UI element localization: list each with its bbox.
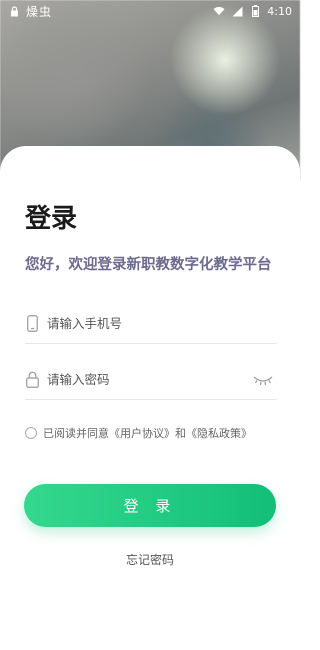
password-field xyxy=(25,359,277,400)
login-card: 登录 您好，欢迎登录新职教数字化教学平台 已阅读并同意 《用户协议》 和 《隐私… xyxy=(0,146,300,650)
welcome-subtitle: 您好，欢迎登录新职教数字化教学平台 xyxy=(25,257,272,273)
page-title: 登录 xyxy=(25,204,78,234)
agreement-and: 和 xyxy=(175,427,186,440)
status-app-name: 燥虫 xyxy=(26,4,53,19)
status-bar: 燥虫 4:10 xyxy=(0,0,300,22)
status-time: 4:10 xyxy=(267,4,292,18)
user-agreement-link[interactable]: 《用户协议》 xyxy=(109,425,175,441)
wifi-icon xyxy=(213,5,225,17)
privacy-policy-link[interactable]: 《隐私政策》 xyxy=(186,425,252,441)
status-left: 燥虫 xyxy=(8,3,52,20)
lock-icon xyxy=(25,370,39,388)
forgot-password-link[interactable]: 忘记密码 xyxy=(0,551,300,568)
agreement-row: 已阅读并同意 《用户协议》 和 《隐私政策》 xyxy=(25,425,252,441)
lock-status-icon xyxy=(8,5,20,17)
agreement-radio[interactable] xyxy=(25,427,37,439)
eye-closed-icon[interactable] xyxy=(253,372,273,386)
phone-icon xyxy=(25,314,39,332)
status-right: 4:10 xyxy=(213,5,292,18)
phone-field xyxy=(25,303,277,344)
signal-icon xyxy=(231,5,243,17)
login-button[interactable]: 登 录 xyxy=(24,484,276,527)
battery-icon xyxy=(249,5,261,17)
password-input[interactable] xyxy=(47,371,237,387)
agreement-prefix: 已阅读并同意 xyxy=(43,427,109,440)
phone-input[interactable] xyxy=(47,315,237,331)
